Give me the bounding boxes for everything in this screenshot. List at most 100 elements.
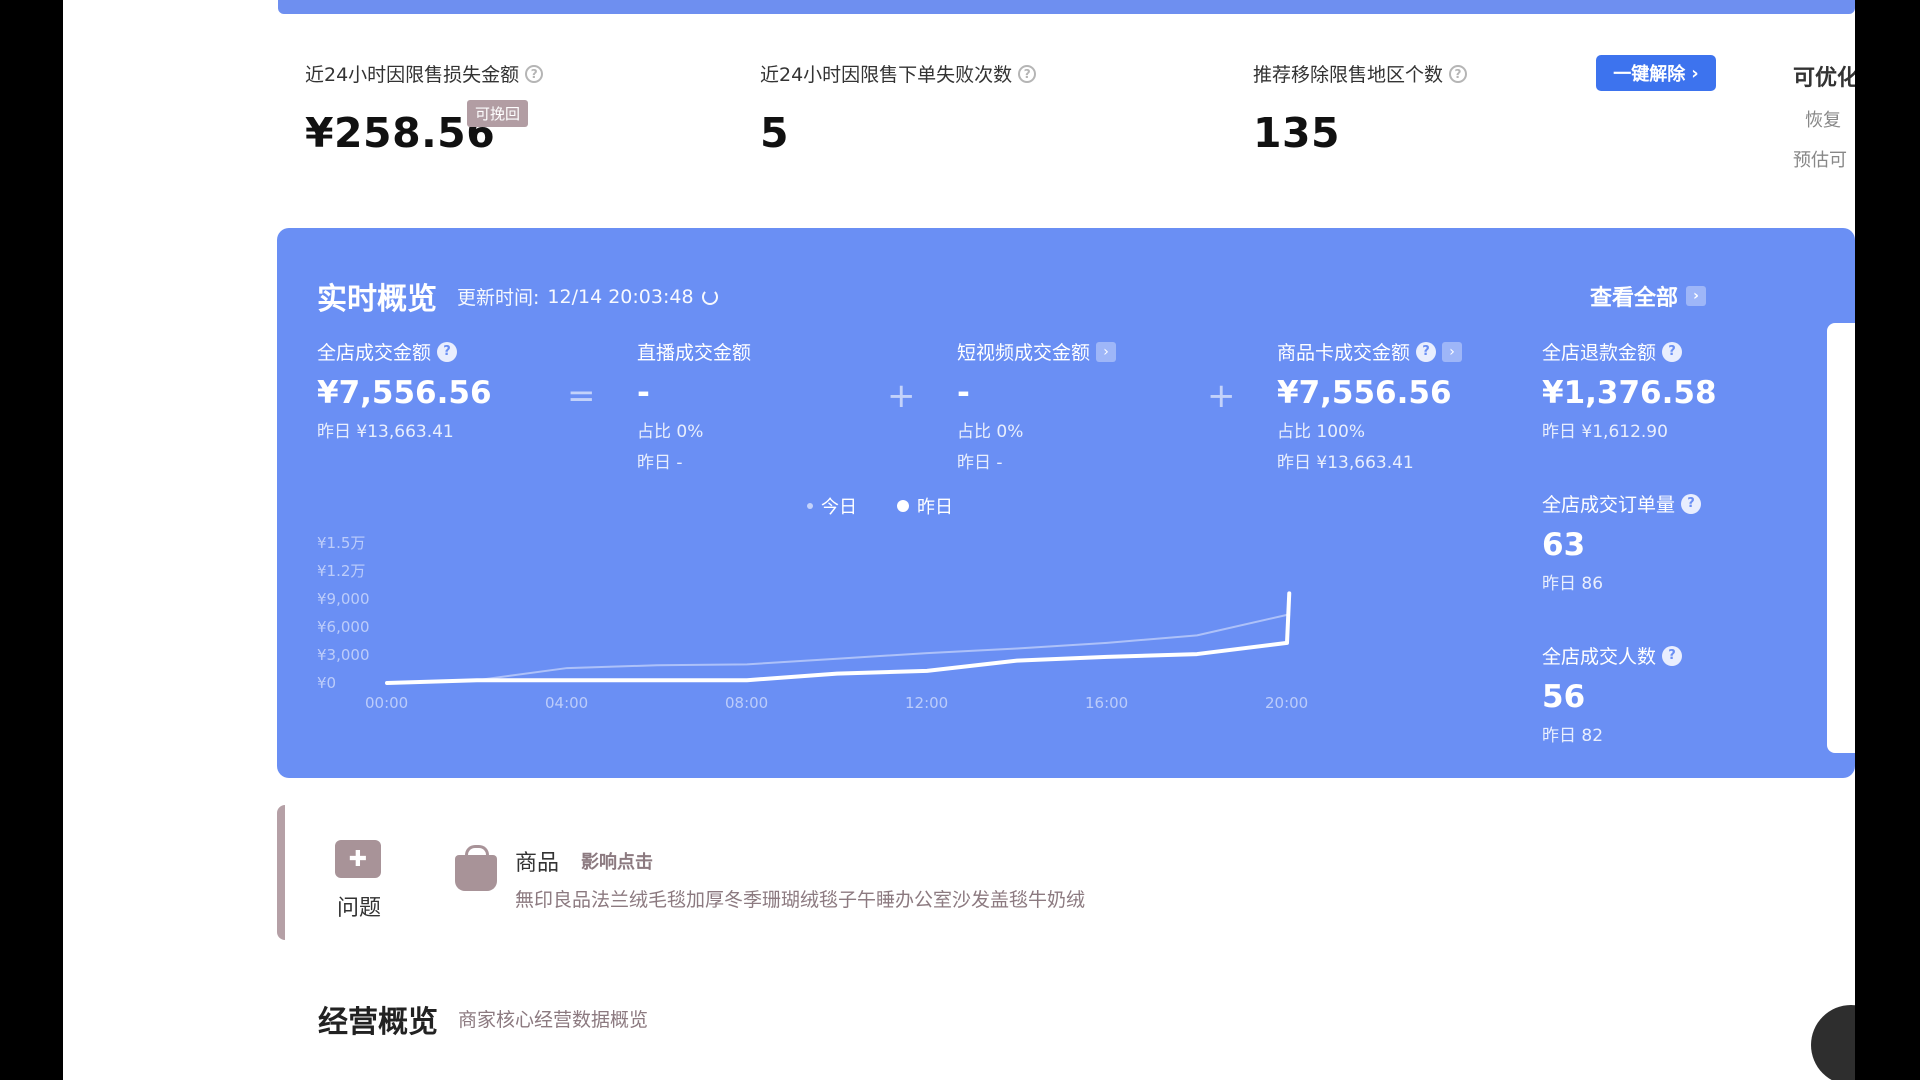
legend-yesterday-dot (897, 500, 909, 512)
kpi-live-ratio: 占比 0% (637, 422, 704, 442)
legend-yesterday-label: 昨日 (917, 497, 953, 518)
region-count-label: 推荐移除限售地区个数 (1253, 64, 1444, 86)
kpi-live-value: - (637, 375, 650, 411)
x-tick-label: 08:00 (725, 694, 768, 712)
refresh-icon[interactable] (701, 288, 718, 305)
page: 近24小时因限售损失金额? ¥258.56 可挽回 近24小时因限售下单失败次数… (63, 0, 1855, 1080)
help-icon[interactable]: ? (1018, 64, 1037, 83)
kpi-orders-value: 63 (1542, 527, 1586, 563)
optimize-title: 可优化 (1793, 66, 1855, 91)
view-all-label: 查看全部 (1590, 286, 1679, 311)
chevron-right-icon[interactable]: › (1096, 341, 1117, 362)
region-count-value: 135 (1253, 109, 1341, 157)
plus-operator: + (887, 376, 916, 416)
region-count-metric: 推荐移除限售地区个数? 135 (1253, 60, 1468, 157)
kpi-video: 短视频成交金额 › - 占比 0% 昨日 - (957, 338, 1117, 473)
optimize-estimate: 预估可 (1793, 150, 1847, 171)
kpi-total-yesterday: 昨日 ¥13,663.41 (317, 422, 454, 442)
top-banner-strip (278, 0, 1855, 14)
kpi-refund: 全店退款金额? ¥1,376.58 昨日 ¥1,612.90 (1542, 338, 1717, 442)
help-icon[interactable]: ? (525, 64, 544, 83)
kpi-card-label: 商品卡成交金额 (1277, 342, 1411, 364)
y-tick-label: ¥6,000 (317, 618, 370, 636)
kpi-video-value: - (957, 375, 970, 411)
kpi-orders-label: 全店成交订单量 (1542, 494, 1676, 516)
chevron-right-icon[interactable]: › (1442, 341, 1463, 362)
kpi-video-label: 短视频成交金额 (957, 342, 1091, 364)
floating-assistant-button[interactable] (1811, 1005, 1855, 1080)
kpi-orders: 全店成交订单量? 63 昨日 86 (1542, 490, 1702, 594)
plus-operator: + (1207, 376, 1236, 416)
problem-title: 商品 (515, 851, 560, 876)
y-tick-label: ¥0 (317, 674, 336, 692)
problem-tag: 影响点击 (581, 852, 653, 873)
kpi-video-yesterday: 昨日 - (957, 453, 1003, 473)
kpi-buyers-label: 全店成交人数 (1542, 646, 1657, 668)
kpi-total: 全店成交金额? ¥7,556.56 昨日 ¥13,663.41 (317, 338, 492, 442)
help-icon[interactable]: ? (1662, 645, 1683, 666)
help-icon[interactable]: ? (1416, 341, 1437, 362)
problem-card: ✚ 问题 商品 影响点击 無印良品法兰绒毛毯加厚冬季珊瑚绒毯子午睡办公室沙发盖毯… (277, 805, 1855, 940)
legend-today-dot (807, 503, 813, 509)
y-tick-label: ¥3,000 (317, 646, 370, 664)
x-tick-label: 04:00 (545, 694, 588, 712)
kpi-card: 商品卡成交金额? › ¥7,556.56 占比 100% 昨日 ¥13,663.4… (1277, 338, 1463, 473)
kpi-refund-label: 全店退款金额 (1542, 342, 1657, 364)
y-tick-label: ¥1.2万 (317, 562, 365, 580)
kpi-card-value: ¥7,556.56 (1277, 375, 1452, 411)
realtime-title: 实时概览 (317, 282, 437, 317)
x-tick-label: 00:00 (365, 694, 408, 712)
kpi-live-yesterday: 昨日 - (637, 453, 683, 473)
x-tick-label: 16:00 (1085, 694, 1128, 712)
chevron-right-icon: › (1691, 62, 1699, 84)
help-icon[interactable]: ? (437, 341, 458, 362)
update-time: 更新时间: 12/14 20:03:48 (457, 283, 718, 310)
loss-amount-label: 近24小时因限售损失金额 (305, 64, 520, 86)
fail-count-value: 5 (760, 109, 790, 157)
medkit-icon: ✚ (335, 840, 381, 878)
update-time-value: 12/14 20:03:48 (547, 285, 694, 308)
x-tick-label: 20:00 (1265, 694, 1308, 712)
kpi-buyers-yesterday: 昨日 82 (1542, 726, 1604, 746)
kpi-video-ratio: 占比 0% (957, 422, 1024, 442)
chevron-right-icon: › (1686, 286, 1707, 306)
help-icon[interactable]: ? (1449, 64, 1468, 83)
side-panel-cutoff (1827, 323, 1855, 753)
kpi-live: 直播成交金额 - 占比 0% 昨日 - (637, 338, 751, 473)
kpi-card-ratio: 占比 100% (1277, 422, 1366, 442)
business-overview-title: 经营概览 (318, 1005, 438, 1040)
recoverable-tag: 可挽回 (467, 100, 529, 127)
fail-count-metric: 近24小时因限售下单失败次数? 5 (760, 60, 1037, 157)
kpi-refund-value: ¥1,376.58 (1542, 375, 1717, 411)
legend-today[interactable]: 今日 (807, 493, 857, 519)
chart-legend: 今日 昨日 (807, 493, 953, 519)
problem-label: 问题 (337, 896, 382, 921)
kpi-orders-yesterday: 昨日 86 (1542, 574, 1604, 594)
optimize-column: 可优化 恢复 预估可 (1793, 60, 1855, 172)
kpi-live-label: 直播成交金额 (637, 342, 752, 364)
unlock-button-label: 一键解除 (1613, 64, 1686, 85)
legend-today-label: 今日 (821, 497, 857, 518)
y-tick-label: ¥1.5万 (317, 534, 365, 552)
help-icon[interactable]: ? (1662, 341, 1683, 362)
help-icon[interactable]: ? (1681, 493, 1702, 514)
fail-count-label: 近24小时因限售下单失败次数 (760, 64, 1013, 86)
kpi-refund-yesterday: 昨日 ¥1,612.90 (1542, 422, 1668, 442)
shopping-bag-icon (455, 845, 497, 891)
equals-operator: = (567, 376, 596, 416)
realtime-overview-card: 实时概览 更新时间: 12/14 20:03:48 查看全部 › 全店成交金额?… (277, 228, 1855, 778)
view-all-link[interactable]: 查看全部 › (1590, 280, 1707, 312)
problem-product-name[interactable]: 無印良品法兰绒毛毯加厚冬季珊瑚绒毯子午睡办公室沙发盖毯牛奶绒 (515, 885, 1085, 912)
kpi-total-value: ¥7,556.56 (317, 375, 492, 411)
kpi-card-yesterday: 昨日 ¥13,663.41 (1277, 453, 1414, 473)
one-click-unlock-button[interactable]: 一键解除 › (1596, 55, 1716, 91)
legend-yesterday[interactable]: 昨日 (897, 493, 953, 519)
kpi-buyers-value: 56 (1542, 679, 1586, 715)
optimize-restore: 恢复 (1805, 110, 1841, 131)
business-overview-subtitle: 商家核心经营数据概览 (458, 1009, 649, 1031)
x-tick-label: 12:00 (905, 694, 948, 712)
realtime-line-chart: ¥0 ¥3,000 ¥6,000 ¥9,000 ¥1.2万 ¥1.5万 00:00 04:00… (317, 534, 1308, 712)
kpi-buyers: 全店成交人数? 56 昨日 82 (1542, 642, 1683, 746)
kpi-total-label: 全店成交金额 (317, 342, 432, 364)
update-time-label: 更新时间: (457, 287, 540, 309)
